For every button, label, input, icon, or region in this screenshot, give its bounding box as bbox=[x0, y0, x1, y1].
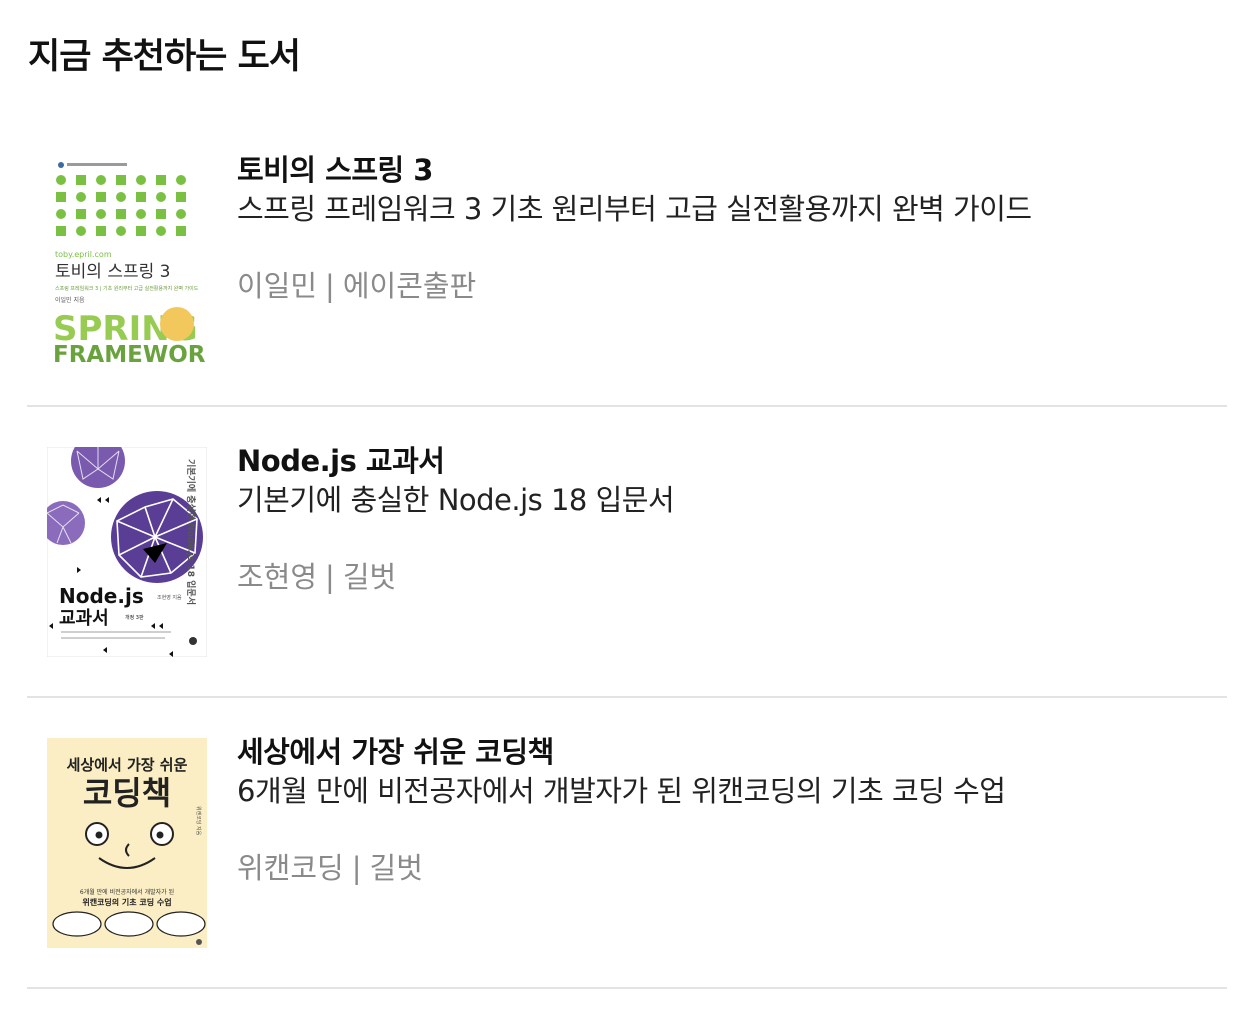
svg-text:스프링 프레임워크 3 | 기초 원리부터 고급 실전활용까: 스프링 프레임워크 3 | 기초 원리부터 고급 실전활용까지 완벽 가이드 bbox=[55, 285, 199, 292]
svg-text:6개월 만에 비전공자에서 개발자가 된: 6개월 만에 비전공자에서 개발자가 된 bbox=[80, 888, 174, 896]
book-subtitle: 기본기에 충실한 Node.js 18 입문서 bbox=[237, 483, 675, 517]
book-subtitle: 스프링 프레임워크 3 기초 원리부터 고급 실전활용까지 완벽 가이드 bbox=[237, 192, 1032, 226]
book-author: 위캔코딩 bbox=[237, 851, 344, 885]
book-publisher: 에이콘출판 bbox=[342, 269, 477, 303]
book-meta: 위캔코딩 | 길벗 bbox=[237, 850, 1005, 886]
book-title[interactable]: 세상에서 가장 쉬운 코딩책 bbox=[237, 734, 1005, 770]
book-publisher: 길벗 bbox=[369, 851, 423, 885]
svg-text:코딩책: 코딩책 bbox=[83, 774, 171, 812]
svg-text:기본기에 충실한 Node.js 18 입문서: 기본기에 충실한 Node.js 18 입문서 bbox=[185, 459, 197, 605]
book-title[interactable]: Node.js 교과서 bbox=[237, 443, 674, 479]
svg-text:toby.epril.com: toby.epril.com bbox=[55, 250, 112, 259]
meta-separator: | bbox=[325, 269, 335, 303]
book-cover-art: Node.js 교과서 개정 3판 조현영 지음 기본기에 충실한 Node.j… bbox=[47, 447, 207, 657]
book-meta: 조현영 | 길벗 bbox=[237, 559, 674, 595]
svg-text:위캔코딩 지음: 위캔코딩 지음 bbox=[195, 806, 202, 836]
book-item-toby-spring[interactable]: toby.epril.com 토비의 스프링 3 스프링 프레임워크 3 | 기… bbox=[27, 116, 1227, 407]
book-cover-easy-coding[interactable]: 세상에서 가장 쉬운 코딩책 6개월 만에 비전공자에서 개발자가 된 위캔코딩… bbox=[47, 738, 207, 948]
book-author: 조현영 bbox=[237, 560, 318, 594]
book-cover-toby-spring[interactable]: toby.epril.com 토비의 스프링 3 스프링 프레임워크 3 | 기… bbox=[47, 156, 207, 366]
book-cover-art: toby.epril.com 토비의 스프링 3 스프링 프레임워크 3 | 기… bbox=[47, 156, 207, 366]
meta-separator: | bbox=[325, 560, 335, 594]
svg-text:토비의 스프링 3: 토비의 스프링 3 bbox=[55, 262, 170, 282]
book-cover-art: 세상에서 가장 쉬운 코딩책 6개월 만에 비전공자에서 개발자가 된 위캔코딩… bbox=[47, 738, 207, 948]
book-subtitle: 6개월 만에 비전공자에서 개발자가 된 위캔코딩의 기초 코딩 수업 bbox=[237, 774, 1006, 808]
meta-separator: | bbox=[351, 851, 362, 885]
svg-text:Node.js: Node.js bbox=[59, 584, 144, 608]
book-author: 이일민 bbox=[237, 269, 318, 303]
book-item-nodejs[interactable]: Node.js 교과서 개정 3판 조현영 지음 기본기에 충실한 Node.j… bbox=[27, 407, 1227, 698]
svg-text:이일민 지음: 이일민 지음 bbox=[55, 296, 85, 304]
book-list: toby.epril.com 토비의 스프링 3 스프링 프레임워크 3 | 기… bbox=[27, 116, 1227, 989]
book-item-easy-coding[interactable]: 세상에서 가장 쉬운 코딩책 6개월 만에 비전공자에서 개발자가 된 위캔코딩… bbox=[27, 698, 1227, 989]
svg-text:개정 3판: 개정 3판 bbox=[125, 614, 144, 621]
book-title[interactable]: 토비의 스프링 3 bbox=[237, 152, 1032, 188]
book-meta: 이일민 | 에이콘출판 bbox=[237, 268, 1032, 304]
book-publisher: 길벗 bbox=[342, 560, 397, 594]
book-cover-nodejs[interactable]: Node.js 교과서 개정 3판 조현영 지음 기본기에 충실한 Node.j… bbox=[47, 447, 207, 657]
svg-text:교과서: 교과서 bbox=[59, 608, 109, 629]
svg-text:FRAMEWORK: FRAMEWORK bbox=[53, 342, 207, 366]
book-info: Node.js 교과서 기본기에 충실한 Node.js 18 입문서 조현영 |… bbox=[237, 443, 675, 595]
svg-text:위캔코딩의 기초 코딩 수업: 위캔코딩의 기초 코딩 수업 bbox=[82, 897, 171, 907]
book-info: 토비의 스프링 3 스프링 프레임워크 3 기초 원리부터 고급 실전활용까지 … bbox=[237, 152, 1032, 304]
svg-text:세상에서 가장 쉬운: 세상에서 가장 쉬운 bbox=[67, 756, 188, 774]
section-title: 지금 추천하는 도서 bbox=[28, 37, 301, 77]
book-info: 세상에서 가장 쉬운 코딩책 6개월 만에 비전공자에서 개발자가 된 위캔코딩… bbox=[237, 734, 1006, 886]
svg-text:조현영 지음: 조현영 지음 bbox=[157, 594, 182, 601]
